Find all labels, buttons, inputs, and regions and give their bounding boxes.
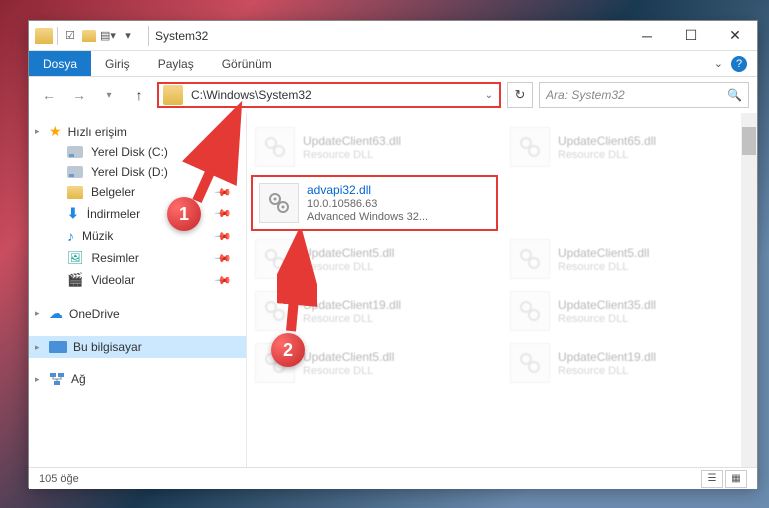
sidebar-onedrive[interactable]: ☁ OneDrive (29, 303, 246, 324)
file-item[interactable]: UpdateClient35.dllResource DLL (506, 287, 753, 335)
file-item[interactable]: UpdateClient65.dllResource DLL (506, 123, 753, 171)
drive-icon (67, 166, 83, 178)
file-name: advapi32.dll (307, 183, 428, 197)
search-placeholder: Ara: System32 (546, 88, 727, 102)
file-item[interactable]: UpdateClient19.dllResource DLL (506, 339, 753, 387)
tab-file[interactable]: Dosya (29, 51, 91, 76)
dll-icon (510, 239, 550, 279)
search-box[interactable]: Ara: System32 🔍 (539, 82, 749, 108)
help-icon[interactable]: ? (731, 56, 747, 72)
status-text: 105 öğe (39, 473, 79, 485)
file-item[interactable]: UpdateClient63.dllResource DLL (251, 123, 498, 171)
scrollbar[interactable] (741, 113, 757, 467)
tab-share[interactable]: Paylaş (144, 51, 208, 76)
titlebar: ☑ ▤▾ ▾ System32 ─ ☐ ✕ (29, 21, 757, 51)
tab-view[interactable]: Görünüm (208, 51, 286, 76)
address-text[interactable]: C:\Windows\System32 (187, 88, 479, 102)
sidebar-this-pc[interactable]: Bu bilgisayar (29, 336, 246, 358)
cloud-icon: ☁ (49, 305, 63, 322)
refresh-button[interactable]: ↻ (507, 82, 533, 108)
explorer-window: ☑ ▤▾ ▾ System32 ─ ☐ ✕ Dosya Giriş Paylaş… (28, 20, 758, 488)
callout-1: 1 (167, 197, 201, 231)
pin-icon: 📌 (214, 227, 233, 246)
star-icon: ★ (49, 123, 62, 140)
sidebar-item-music[interactable]: ♪ Müzik 📌 (29, 225, 246, 247)
dll-icon (510, 127, 550, 167)
pc-icon (49, 341, 67, 353)
file-item-highlighted[interactable]: advapi32.dll 10.0.10586.63 Advanced Wind… (251, 175, 498, 231)
ribbon: Dosya Giriş Paylaş Görünüm ⌄ ? (29, 51, 757, 77)
view-large-button[interactable]: ▦ (725, 470, 747, 488)
forward-button[interactable]: → (67, 83, 91, 107)
file-version: 10.0.10586.63 (307, 198, 428, 210)
history-dropdown[interactable]: ▾ (97, 83, 121, 107)
arrow-1 (179, 101, 269, 211)
pin-icon: 📌 (214, 249, 233, 268)
minimize-button[interactable]: ─ (625, 21, 669, 51)
search-icon[interactable]: 🔍 (727, 88, 742, 102)
qat-dropdown-icon[interactable]: ▾ (120, 28, 136, 44)
content-area: ★ Hızlı erişim Yerel Disk (C:) 📌 Yerel D… (29, 113, 757, 467)
drive-icon (67, 146, 83, 158)
qat-view-icon[interactable]: ▤▾ (100, 28, 116, 44)
dll-icon (510, 343, 550, 383)
folder-icon (67, 186, 83, 199)
callout-2: 2 (271, 333, 305, 367)
view-details-button[interactable]: ☰ (701, 470, 723, 488)
maximize-button[interactable]: ☐ (669, 21, 713, 51)
tab-home[interactable]: Giriş (91, 51, 144, 76)
window-title: System32 (155, 29, 208, 43)
picture-icon: 🖼 (67, 250, 84, 266)
music-icon: ♪ (67, 228, 74, 244)
up-button[interactable]: ↑ (127, 83, 151, 107)
pin-icon: 📌 (214, 271, 233, 290)
sidebar-item-pictures[interactable]: 🖼 Resimler 📌 (29, 247, 246, 269)
arrow-2 (277, 231, 317, 336)
statusbar: 105 öğe ☰ ▦ (29, 467, 757, 489)
qat-folder-icon[interactable] (82, 30, 96, 42)
sidebar-network[interactable]: Ağ (29, 370, 246, 388)
close-button[interactable]: ✕ (713, 21, 757, 51)
back-button[interactable]: ← (37, 83, 61, 107)
file-item[interactable]: UpdateClient5.dllResource DLL (506, 235, 753, 283)
video-icon: 🎬 (67, 272, 83, 288)
download-icon: ⬇ (67, 205, 79, 222)
dll-icon (510, 291, 550, 331)
qat-checkbox-icon[interactable]: ☑ (62, 28, 78, 44)
address-dropdown-icon[interactable]: ⌄ (479, 90, 499, 101)
scrollbar-thumb[interactable] (742, 127, 756, 155)
file-desc: Advanced Windows 32... (307, 211, 428, 223)
file-list[interactable]: UpdateClient63.dllResource DLL UpdateCli… (247, 113, 757, 467)
navigation-row: ← → ▾ ↑ C:\Windows\System32 ⌄ ↻ Ara: Sys… (29, 77, 757, 113)
sidebar-item-videos[interactable]: 🎬 Videolar 📌 (29, 269, 246, 291)
expand-ribbon-icon[interactable]: ⌄ (714, 57, 723, 70)
network-icon (49, 372, 65, 386)
app-icon (35, 28, 53, 44)
